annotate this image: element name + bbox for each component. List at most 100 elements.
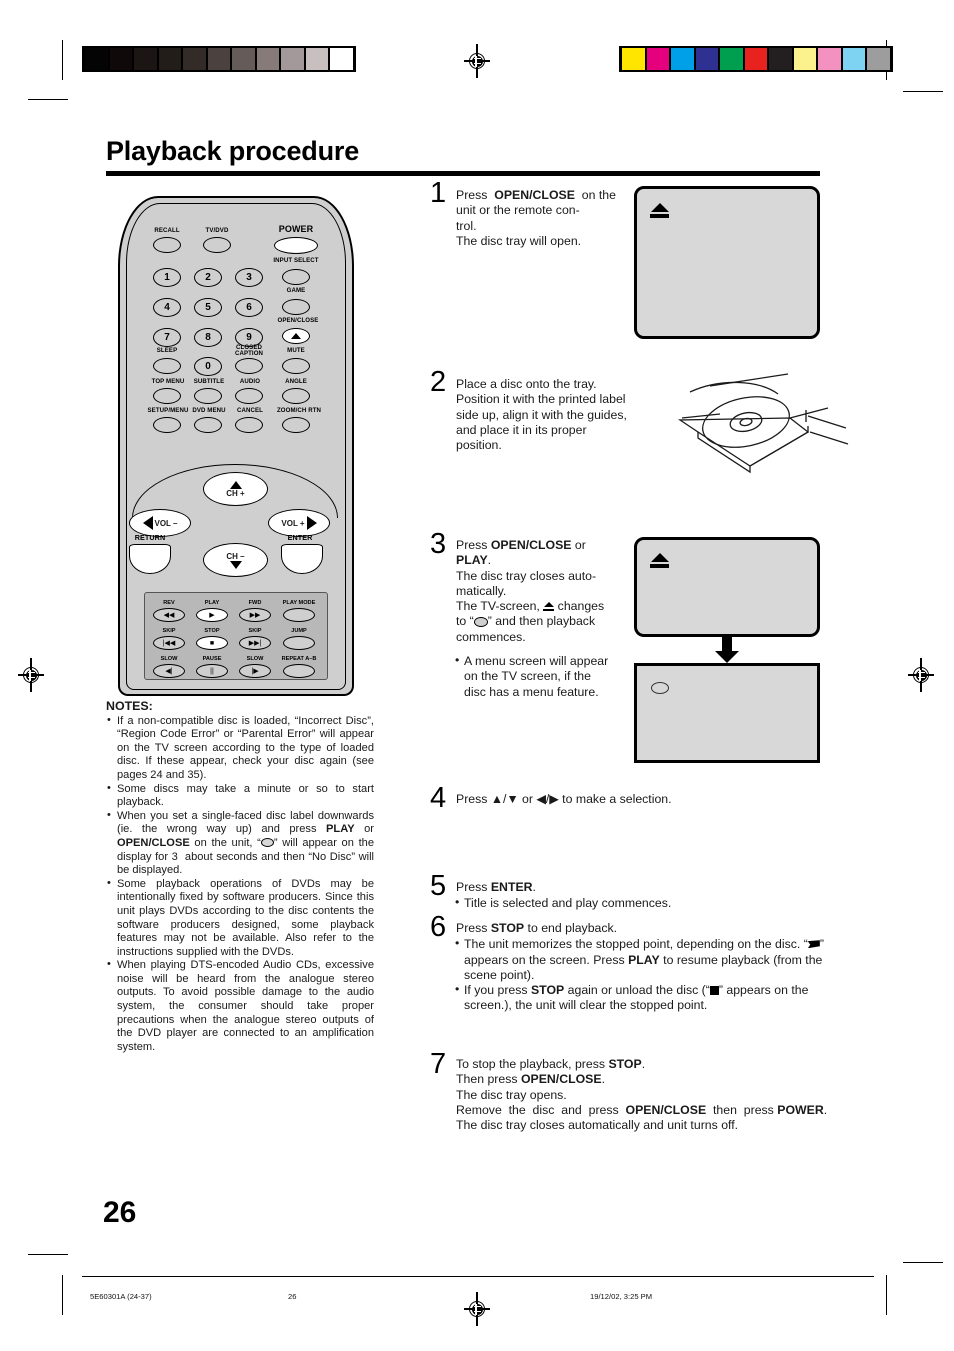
remote-button-power[interactable] — [274, 237, 318, 254]
remote-button-audio[interactable] — [235, 388, 263, 404]
triangle-left-icon: ◀ — [536, 792, 546, 806]
footer-doc-id: 5E60301A (24-37) — [90, 1292, 152, 1301]
triangle-down-icon — [229, 560, 242, 569]
remote-button-skip-back[interactable]: |◀◀ — [153, 636, 185, 650]
remote-label-mute: MUTE — [287, 347, 305, 354]
remote-label-input-select: INPUT SELECT — [273, 257, 319, 264]
triangle-left-icon — [142, 516, 153, 530]
remote-label-enter: ENTER — [287, 533, 313, 542]
color-swatch — [720, 48, 743, 70]
remote-label-subtitle: SUBTITLE — [193, 378, 225, 385]
footer-timestamp: 19/12/02, 3:25 PM — [590, 1292, 653, 1301]
remote-button-skip-fwd[interactable]: ▶▶| — [239, 636, 271, 650]
remote-label-tvdvd: TV/DVD — [205, 227, 229, 234]
eject-icon — [650, 553, 670, 571]
remote-button-setup-menu[interactable] — [153, 417, 181, 433]
remote-button-game[interactable] — [282, 299, 310, 315]
step-5-bullet: Title is selected and play commences. — [455, 895, 856, 911]
crop-mark-left-h-bottom — [28, 1254, 68, 1256]
resume-flag-icon — [807, 940, 820, 949]
remote-label-recall: RECALL — [154, 227, 180, 234]
remote-button-stop[interactable]: ■ — [196, 636, 228, 650]
remote-button-slow-back[interactable]: ◀| — [153, 664, 185, 678]
remote-button-pause[interactable]: || — [196, 664, 228, 678]
grayscale-swatch — [158, 48, 181, 70]
remote-button-subtitle[interactable] — [194, 388, 222, 404]
grayscale-swatch — [85, 48, 108, 70]
remote-button-3[interactable]: 3 — [235, 268, 263, 287]
crop-mark-bottom-right-h — [903, 1262, 943, 1264]
step-3-bullet: A menu screen will appear on the TV scre… — [455, 653, 616, 700]
grayscale-calibration-bar — [82, 46, 356, 72]
remote-label-sleep: SLEEP — [156, 347, 178, 354]
remote-label-play-mode: PLAY MODE — [282, 600, 316, 606]
step-6-bullet-2: If you press STOP again or unload the di… — [455, 982, 856, 1014]
triangle-down-icon: ▼ — [506, 792, 519, 806]
remote-button-1[interactable]: 1 — [153, 268, 181, 287]
page-number: 26 — [103, 1196, 137, 1229]
step-7-number: 7 — [430, 1048, 447, 1080]
remote-button-fwd[interactable]: ▶▶ — [239, 608, 271, 622]
remote-button-sleep[interactable] — [153, 358, 181, 374]
color-swatch — [695, 48, 718, 70]
notes-section: NOTES: If a non-compatible disc is loade… — [106, 699, 374, 1054]
grayscale-swatch — [232, 48, 255, 70]
remote-label-angle: ANGLE — [285, 378, 307, 385]
step-4-text: Press ▲/▼ or ◀/▶ to make a selection. — [456, 792, 672, 806]
remote-button-rev[interactable]: ◀◀ — [153, 608, 185, 622]
step-3-text: Press OPEN/CLOSE or PLAY. The disc tray cl… — [455, 538, 628, 700]
color-swatch — [769, 48, 792, 70]
remote-button-2[interactable]: 2 — [194, 268, 222, 287]
remote-button-play[interactable]: ▶ — [196, 608, 228, 622]
registration-target-right — [908, 658, 934, 692]
remote-button-open-close[interactable] — [282, 328, 310, 344]
crop-mark-top-left — [62, 40, 64, 80]
remote-label-rev: REV — [163, 600, 175, 606]
remote-button-6[interactable]: 6 — [235, 298, 263, 317]
triangle-up-icon: ▲ — [490, 792, 504, 806]
remote-button-jump[interactable] — [283, 636, 315, 650]
remote-button-closed-caption[interactable] — [235, 358, 263, 374]
remote-button-top-menu[interactable] — [153, 388, 181, 404]
remote-button-recall[interactable] — [153, 237, 181, 253]
step-2-text: Place a disc onto the tray. Position it … — [456, 377, 627, 453]
stop-square-icon — [709, 986, 719, 996]
remote-button-4[interactable]: 4 — [153, 298, 181, 317]
remote-button-angle[interactable] — [282, 388, 310, 404]
disc-icon — [651, 682, 669, 694]
remote-label-closed-caption-2: CAPTION — [234, 350, 264, 357]
disc-icon — [473, 617, 488, 628]
remote-button-zoom-ch-rtn[interactable] — [282, 417, 310, 433]
remote-button-ch-up[interactable]: CH + — [203, 472, 268, 506]
remote-button-dvd-menu[interactable] — [194, 417, 222, 433]
remote-button-8[interactable]: 8 — [194, 328, 222, 347]
remote-label-power: POWER — [278, 224, 314, 234]
grayscale-swatch — [281, 48, 304, 70]
remote-button-5[interactable]: 5 — [194, 298, 222, 317]
remote-button-input-select[interactable] — [282, 269, 310, 285]
remote-button-repeat-ab[interactable] — [283, 664, 315, 678]
remote-button-7[interactable]: 7 — [153, 328, 181, 347]
crop-mark-left-h — [28, 99, 68, 101]
color-swatch — [793, 48, 816, 70]
remote-button-mute[interactable] — [282, 358, 310, 374]
step-2-number: 2 — [430, 366, 447, 398]
remote-label-stop: STOP — [204, 628, 220, 634]
registration-target-left — [18, 658, 44, 692]
remote-label-cancel: CANCEL — [237, 407, 263, 414]
eject-icon — [650, 203, 670, 221]
remote-button-ch-down[interactable]: CH – — [203, 543, 268, 577]
color-swatch — [744, 48, 767, 70]
step-1-tv-screen — [634, 186, 820, 339]
remote-button-0[interactable]: 0 — [194, 357, 222, 376]
remote-button-play-mode[interactable] — [283, 608, 315, 622]
disc-icon — [260, 837, 274, 847]
eject-inline-icon — [543, 602, 555, 612]
color-calibration-bar — [619, 46, 893, 72]
remote-button-slow-fwd[interactable]: |▶ — [239, 664, 271, 678]
remote-button-tvdvd[interactable] — [203, 237, 231, 253]
color-swatch — [671, 48, 694, 70]
color-swatch — [842, 48, 865, 70]
remote-label-slow-fwd: SLOW — [246, 656, 264, 662]
remote-button-cancel[interactable] — [235, 417, 263, 433]
